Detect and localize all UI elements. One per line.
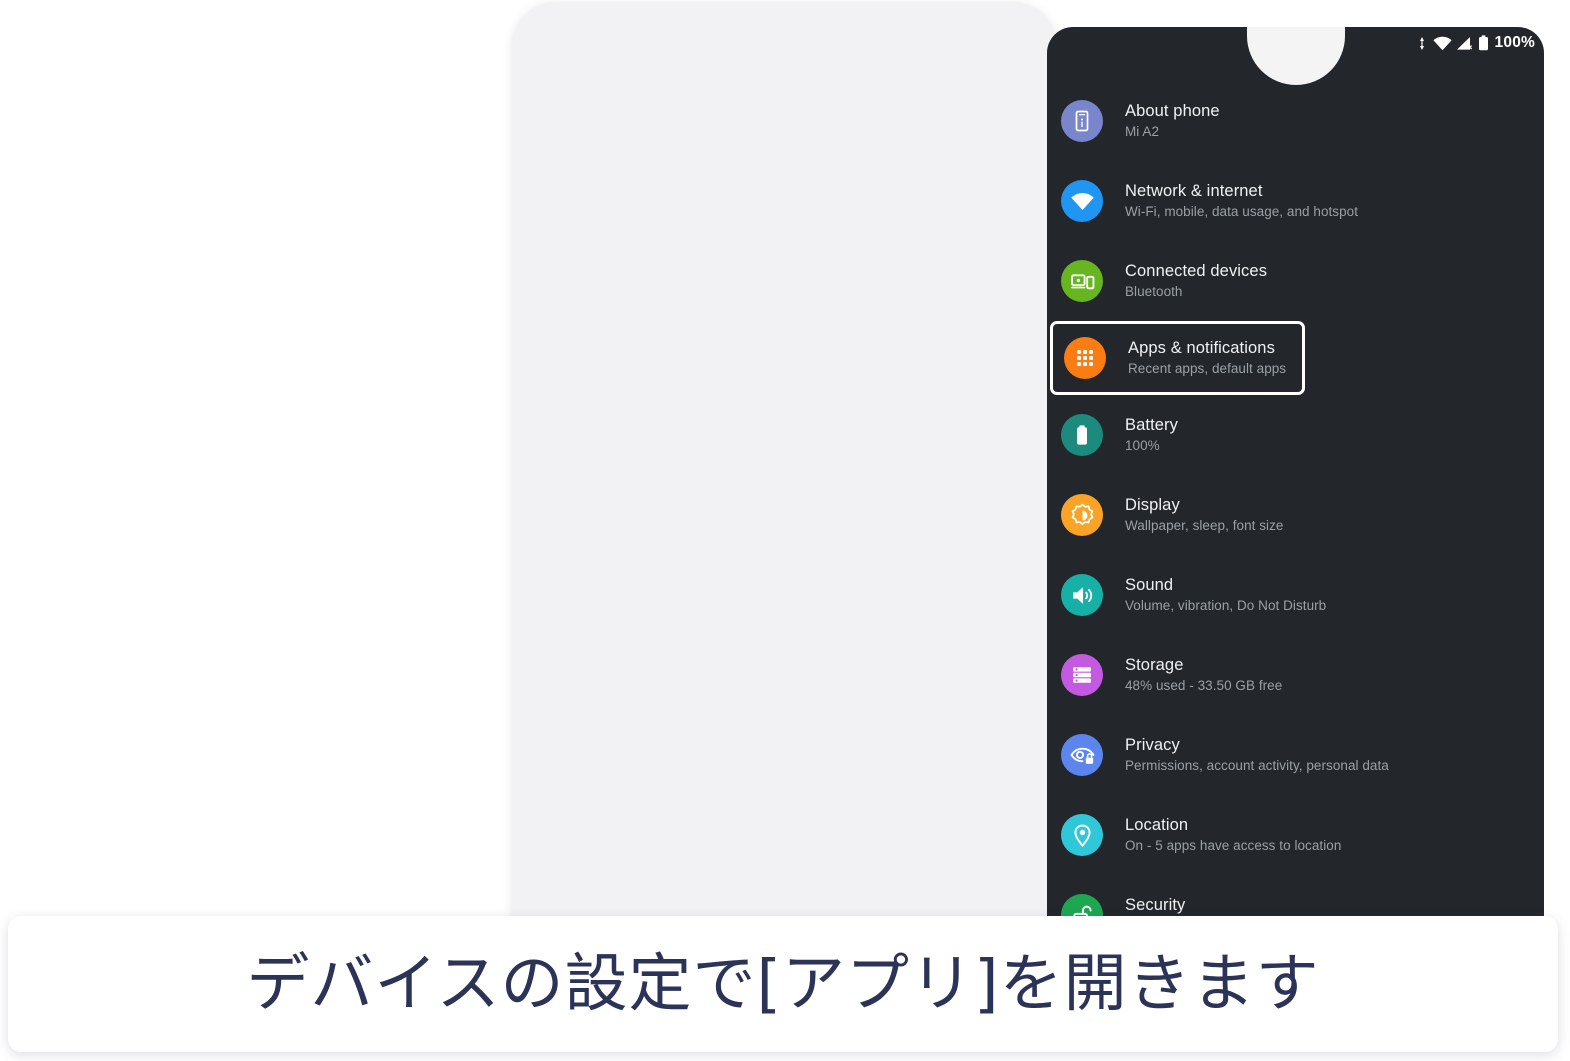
settings-row-title: Apps & notifications	[1128, 339, 1275, 357]
settings-row-display[interactable]: Display Wallpaper, sleep, font size	[1047, 475, 1544, 555]
settings-row-text: Connected devices Bluetooth	[1125, 261, 1267, 301]
settings-row-subtitle: Bluetooth	[1125, 284, 1183, 299]
settings-row-subtitle: Wallpaper, sleep, font size	[1125, 518, 1284, 533]
settings-row-text: Apps & notifications Recent apps, defaul…	[1128, 338, 1286, 378]
brightness-icon	[1061, 494, 1103, 536]
settings-row-subtitle: Wi-Fi, mobile, data usage, and hotspot	[1125, 204, 1359, 219]
settings-row-subtitle: Mi A2	[1125, 124, 1160, 139]
settings-row-subtitle: On - 5 apps have access to location	[1125, 838, 1342, 853]
settings-row-title: Location	[1125, 816, 1189, 834]
settings-row-title: Battery	[1125, 416, 1178, 434]
settings-row-storage[interactable]: Storage 48% used - 33.50 GB free	[1047, 635, 1544, 715]
cellular-signal-no-sim-icon	[1456, 36, 1474, 51]
settings-row-security[interactable]: Security Screen lock, fingerprint	[1047, 875, 1544, 919]
settings-row-subtitle: 100%	[1125, 438, 1160, 453]
phone-screen: 100% About phone Mi A2 Network & interne…	[1047, 27, 1544, 919]
connected-devices-icon	[1061, 260, 1103, 302]
settings-row-text: Storage 48% used - 33.50 GB free	[1125, 655, 1282, 695]
settings-row-title: Sound	[1125, 576, 1174, 594]
settings-row-subtitle: Permissions, account activity, personal …	[1125, 758, 1389, 773]
settings-row-title: Storage	[1125, 656, 1184, 674]
settings-row-sound[interactable]: Sound Volume, vibration, Do Not Disturb	[1047, 555, 1544, 635]
settings-row-title: Display	[1125, 496, 1180, 514]
battery-icon	[1061, 414, 1103, 456]
apps-grid-icon	[1064, 337, 1106, 379]
settings-row-apps-notifications[interactable]: Apps & notifications Recent apps, defaul…	[1050, 321, 1305, 395]
caption-card: デバイスの設定で[アプリ]を開きます	[8, 916, 1558, 1052]
settings-row-location[interactable]: Location On - 5 apps have access to loca…	[1047, 795, 1544, 875]
volume-icon	[1061, 574, 1103, 616]
settings-row-about-phone[interactable]: About phone Mi A2	[1047, 81, 1544, 161]
screenshot-root: 100% About phone Mi A2 Network & interne…	[0, 0, 1570, 1061]
settings-list: About phone Mi A2 Network & internet Wi-…	[1047, 59, 1544, 919]
settings-row-text: Sound Volume, vibration, Do Not Disturb	[1125, 575, 1326, 615]
settings-row-subtitle: Volume, vibration, Do Not Disturb	[1125, 598, 1327, 613]
wifi-icon	[1432, 36, 1452, 51]
settings-row-title: About phone	[1125, 102, 1220, 120]
settings-row-battery[interactable]: Battery 100%	[1047, 395, 1544, 475]
settings-row-text: Location On - 5 apps have access to loca…	[1125, 815, 1341, 855]
settings-row-title: Network & internet	[1125, 182, 1263, 200]
settings-row-privacy[interactable]: Privacy Permissions, account activity, p…	[1047, 715, 1544, 795]
settings-row-text: Display Wallpaper, sleep, font size	[1125, 495, 1283, 535]
settings-row-text: Battery 100%	[1125, 415, 1178, 455]
location-pin-icon	[1061, 814, 1103, 856]
data-transfer-icon	[1419, 36, 1429, 51]
status-bar: 100%	[1047, 27, 1544, 59]
settings-row-text: Network & internet Wi-Fi, mobile, data u…	[1125, 181, 1358, 221]
storage-icon	[1061, 654, 1103, 696]
settings-row-title: Security	[1125, 896, 1186, 914]
settings-row-connected-devices[interactable]: Connected devices Bluetooth	[1047, 241, 1544, 321]
settings-row-subtitle: 48% used - 33.50 GB free	[1125, 678, 1283, 693]
privacy-eye-lock-icon	[1061, 734, 1103, 776]
settings-row-text: Privacy Permissions, account activity, p…	[1125, 735, 1389, 775]
battery-percent-label: 100%	[1494, 34, 1535, 52]
caption-text: デバイスの設定で[アプリ]を開きます	[246, 946, 1320, 1020]
settings-row-title: Privacy	[1125, 736, 1180, 754]
settings-row-network-internet[interactable]: Network & internet Wi-Fi, mobile, data u…	[1047, 161, 1544, 241]
battery-icon	[1478, 35, 1489, 51]
phone-device-frame: 100% About phone Mi A2 Network & interne…	[512, 2, 1544, 919]
phone-info-icon	[1061, 100, 1103, 142]
wifi-icon	[1061, 180, 1103, 222]
settings-row-title: Connected devices	[1125, 262, 1268, 280]
settings-row-text: About phone Mi A2	[1125, 101, 1220, 141]
settings-row-subtitle: Recent apps, default apps	[1128, 361, 1287, 376]
